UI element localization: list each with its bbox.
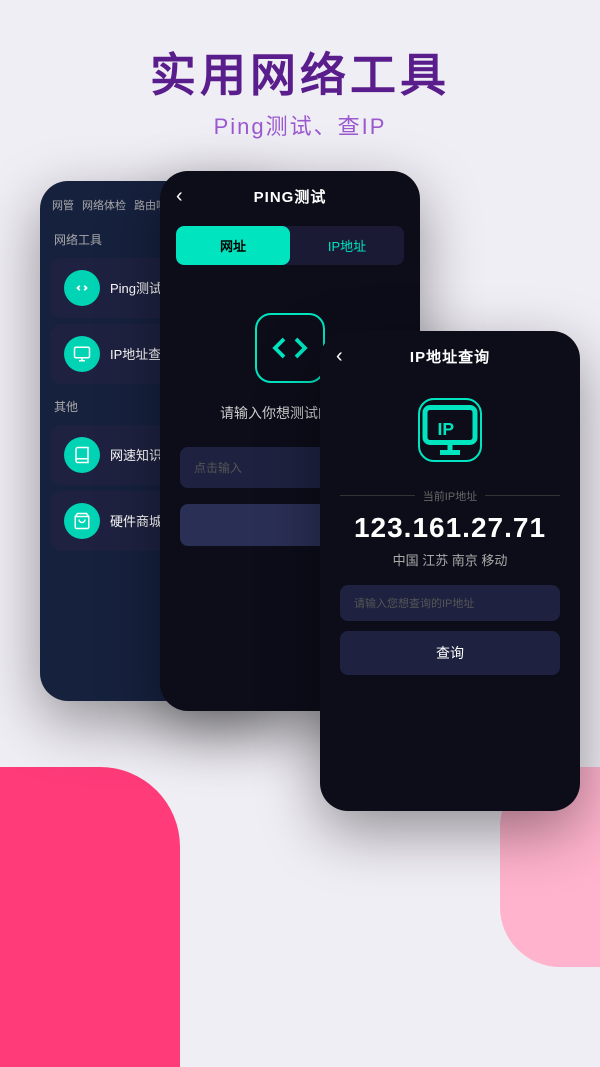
ping-menu-icon (64, 270, 100, 306)
page-subtitle: Ping测试、查IP (20, 109, 580, 141)
ping-header: ‹ PING测试 (160, 171, 420, 218)
back-button[interactable]: ‹ (176, 185, 183, 208)
divider-left (340, 495, 415, 496)
ip-header: ‹ IP地址查询 (320, 331, 580, 378)
header-section: 实用网络工具 Ping测试、查IP (0, 0, 600, 171)
knowledge-label: 网速知识 (110, 445, 162, 464)
tab-ip[interactable]: IP地址 (290, 226, 404, 265)
svg-text:IP: IP (438, 419, 455, 439)
ping-label: Ping测试 (110, 278, 162, 297)
query-button[interactable]: 查询 (340, 631, 560, 675)
ping-tab-switcher: 网址 IP地址 (176, 226, 404, 265)
divider-text: 当前IP地址 (423, 488, 477, 504)
tab-url[interactable]: 网址 (176, 226, 290, 265)
book-menu-icon (64, 437, 100, 473)
ip-menu-icon (64, 336, 100, 372)
ip-monitor-icon: IP (418, 398, 482, 462)
divider-right (485, 495, 560, 496)
ip-back-button[interactable]: ‹ (336, 345, 343, 368)
nav-tab-admin[interactable]: 网管 (52, 197, 74, 213)
shop-label: 硬件商城 (110, 511, 162, 530)
ip-divider: 当前IP地址 (340, 488, 560, 504)
ip-location-display: 中国 江苏 南京 移动 (393, 550, 508, 569)
ip-content: IP 当前IP地址 123.161.27.71 中国 江苏 南京 移动 请输入您… (320, 378, 580, 691)
ping-title: PING测试 (254, 186, 327, 207)
ip-query-input[interactable]: 请输入您想查询的IP地址 (340, 585, 560, 621)
nav-tab-check[interactable]: 网络体检 (82, 197, 126, 213)
ip-address-display: 123.161.27.71 (354, 512, 546, 544)
page-title: 实用网络工具 (20, 50, 580, 101)
shop-menu-icon (64, 503, 100, 539)
ip-title: IP地址查询 (410, 346, 490, 367)
phone-ip: ‹ IP地址查询 IP 当前IP地址 123.161.27.71 (320, 331, 580, 811)
ping-code-icon (255, 313, 325, 383)
phones-container: 网管 网络体检 路由嗅探 工具箱 ⚙ 网络工具 Ping测试 › (0, 171, 600, 901)
